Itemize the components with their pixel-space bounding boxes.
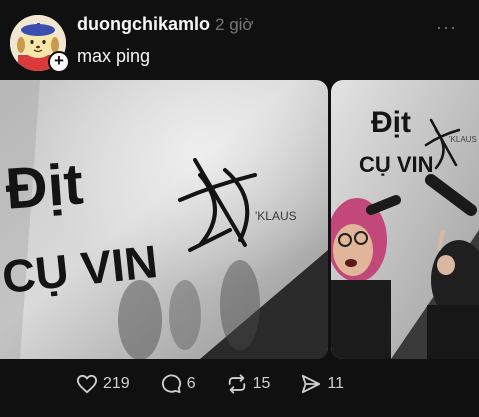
comment-icon <box>161 374 181 394</box>
media-carousel[interactable]: Địt CỤ VIN 'KLAUS Địt CỤ VIN 'KLAUS <box>0 80 479 359</box>
like-button[interactable]: 219 <box>76 374 130 394</box>
post-image-2[interactable]: Địt CỤ VIN 'KLAUS <box>331 80 479 359</box>
share-icon <box>302 374 321 394</box>
like-count: 219 <box>103 375 130 392</box>
graffiti-text-5: CỤ VIN <box>359 152 434 177</box>
follow-add-icon[interactable]: + <box>48 51 70 73</box>
comment-count: 6 <box>186 375 196 392</box>
heart-icon <box>77 374 97 394</box>
username-link[interactable]: duongchikamlo <box>77 14 210 34</box>
graffiti-text-4: Địt <box>371 106 411 139</box>
repost-count: 15 <box>252 375 271 392</box>
action-bar: 219 6 15 11 <box>76 374 374 394</box>
thread-post: + duongchikamlo 2 giờ ··· max ping Địt C… <box>0 0 479 417</box>
post-header: duongchikamlo 2 giờ <box>77 14 254 35</box>
graffiti-text-3: 'KLAUS <box>255 209 297 223</box>
avatar-container[interactable]: + <box>10 15 70 73</box>
comment-button[interactable]: 6 <box>160 374 196 394</box>
share-button[interactable]: 11 <box>300 374 344 394</box>
graffiti-text-1: Địt <box>4 151 86 221</box>
graffiti-text-6: 'KLAUS <box>449 135 477 144</box>
post-image-1[interactable]: Địt CỤ VIN 'KLAUS <box>0 80 328 359</box>
post-time: 2 giờ <box>215 15 254 34</box>
repost-button[interactable]: 15 <box>226 374 271 394</box>
repost-icon <box>228 374 245 394</box>
post-caption: max ping <box>77 46 151 66</box>
more-icon[interactable]: ··· <box>436 17 457 38</box>
share-count: 11 <box>327 375 345 392</box>
